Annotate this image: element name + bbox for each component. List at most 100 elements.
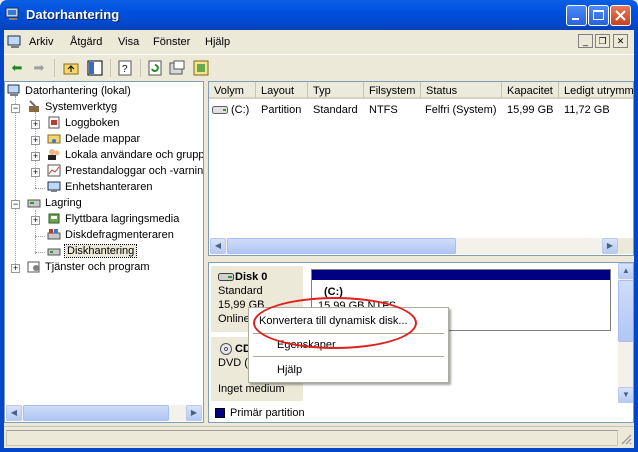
- disk-icon: [218, 273, 234, 281]
- tools-icon: [29, 100, 39, 112]
- tree-expand-toggle[interactable]: +: [11, 264, 20, 273]
- minimize-button[interactable]: [566, 5, 587, 26]
- cell-typ: Standard: [313, 104, 358, 116]
- svg-text:?: ?: [122, 64, 128, 75]
- tree-expand-toggle[interactable]: +: [31, 152, 40, 161]
- refresh-icon: [148, 60, 162, 76]
- tree-label: Prestandaloggar och -varnin: [65, 165, 204, 177]
- tree-line: [15, 96, 16, 270]
- cell-filsystem: NTFS: [369, 104, 398, 116]
- tree-collapse-toggle[interactable]: −: [11, 200, 20, 209]
- computer-management-icon: [5, 7, 19, 20]
- properties-button[interactable]: ?: [116, 59, 134, 77]
- scroll-thumb[interactable]: [618, 280, 633, 342]
- scroll-thumb[interactable]: [227, 238, 456, 254]
- show-tree-button[interactable]: [86, 59, 104, 77]
- forward-button[interactable]: ➡: [30, 59, 48, 77]
- scroll-up-button[interactable]: ▲: [618, 263, 633, 279]
- tree-label: Loggboken: [65, 117, 120, 129]
- tree-line: [35, 188, 45, 189]
- mdi-close-button[interactable]: ✕: [613, 34, 628, 48]
- mmc-window-icon: [7, 35, 21, 48]
- disk-pane-vertical-scrollbar[interactable]: ▲ ▼: [618, 263, 633, 403]
- menu-separator: [253, 356, 444, 357]
- status-panel: [6, 430, 618, 446]
- column-header-filsystem[interactable]: Filsystem: [364, 82, 421, 99]
- settings-button[interactable]: [168, 59, 186, 77]
- tree-collapse-toggle[interactable]: −: [11, 104, 20, 113]
- properties-icon: ?: [118, 60, 132, 76]
- settings-icon: [169, 60, 185, 75]
- cell-ledigt: 11,72 GB: [564, 104, 610, 116]
- scroll-corner: [618, 238, 633, 254]
- partition-color-bar: [312, 270, 610, 280]
- up-folder-button[interactable]: [62, 59, 80, 77]
- back-icon: ⬅: [11, 60, 23, 75]
- column-header-ledigt-utrymme[interactable]: Ledigt utrymme: [559, 82, 633, 99]
- legend-primary-swatch: [215, 408, 225, 418]
- services-icon: [27, 261, 40, 273]
- menu-arkiv[interactable]: Arkiv: [29, 36, 53, 48]
- tree-expand-toggle[interactable]: +: [31, 120, 40, 129]
- disk0-status: Online: [218, 313, 250, 325]
- volume-list: Volym Layout Typ Filsystem Status Kapaci…: [208, 81, 634, 256]
- help-icon: [193, 60, 209, 76]
- menu-atgard[interactable]: Åtgärd: [70, 36, 102, 48]
- minimize-icon: _: [582, 36, 588, 46]
- mdi-restore-button[interactable]: ❐: [595, 34, 610, 48]
- disk0-type: Standard: [218, 285, 263, 297]
- back-button[interactable]: ⬅: [8, 59, 26, 77]
- tree-label: Diskhantering: [63, 244, 138, 258]
- title-bar: Datorhantering: [0, 0, 638, 30]
- tree-horizontal-scrollbar[interactable]: ◀ ▶: [6, 405, 202, 421]
- scroll-left-button[interactable]: ◀: [210, 238, 226, 254]
- drive-icon: [212, 106, 228, 114]
- shared-folder-icon: [47, 134, 61, 144]
- menu-item-help[interactable]: Hjälp: [277, 364, 302, 376]
- toolbar-separator: [54, 59, 55, 77]
- storage-icon: [27, 199, 41, 208]
- defrag-icon: [47, 229, 61, 240]
- resize-grip-icon[interactable]: [620, 433, 632, 445]
- scroll-right-button[interactable]: ▶: [602, 238, 618, 254]
- scroll-thumb[interactable]: [23, 405, 169, 421]
- menu-visa[interactable]: Visa: [118, 36, 139, 48]
- toolbar-separator: [110, 59, 111, 77]
- arrow-up-icon: ▲: [622, 266, 630, 275]
- up-folder-icon: [63, 63, 79, 75]
- toolbar-separator: [140, 59, 141, 77]
- column-header-layout[interactable]: Layout: [256, 82, 308, 99]
- maximize-button[interactable]: [588, 5, 609, 26]
- menu-fonster[interactable]: Fönster: [153, 36, 190, 48]
- column-header-kapacitet[interactable]: Kapacitet: [502, 82, 559, 99]
- scroll-right-button[interactable]: ▶: [186, 405, 202, 421]
- tree-expand-toggle[interactable]: +: [31, 216, 40, 225]
- tree-label: Systemverktyg: [45, 101, 118, 113]
- minimize-icon: [572, 18, 579, 20]
- mdi-minimize-button[interactable]: _: [578, 34, 593, 48]
- tree-expand-toggle[interactable]: +: [31, 136, 40, 145]
- help-button[interactable]: [192, 59, 210, 77]
- column-header-typ[interactable]: Typ: [308, 82, 364, 99]
- arrow-down-icon: ▼: [622, 390, 630, 399]
- console-tree: Datorhantering (lokal) − Systemverktyg +…: [4, 81, 204, 423]
- tree-label: Delade mappar: [65, 133, 141, 145]
- tree-expand-toggle[interactable]: +: [31, 168, 40, 177]
- volume-list-horizontal-scrollbar[interactable]: ◀ ▶: [210, 238, 618, 254]
- legend-primary-label: Primär partition: [230, 407, 305, 419]
- toolbar: ⬅ ➡ ?: [4, 54, 634, 81]
- menu-hjalp[interactable]: Hjälp: [205, 36, 230, 48]
- close-button[interactable]: [610, 5, 631, 26]
- removable-storage-icon: [48, 213, 60, 224]
- cell-volym: (C:): [231, 104, 250, 116]
- highlight-ellipse: [253, 297, 417, 349]
- scroll-left-button[interactable]: ◀: [6, 405, 22, 421]
- scroll-down-button[interactable]: ▼: [618, 387, 633, 403]
- column-header-volym[interactable]: Volym: [209, 82, 256, 99]
- tree-label: Enhetshanteraren: [65, 181, 153, 193]
- arrow-left-icon: ◀: [10, 408, 18, 417]
- column-header-status[interactable]: Status: [421, 82, 502, 99]
- refresh-button[interactable]: [146, 59, 164, 77]
- forward-icon: ➡: [33, 60, 45, 75]
- arrow-right-icon: ▶: [190, 408, 198, 417]
